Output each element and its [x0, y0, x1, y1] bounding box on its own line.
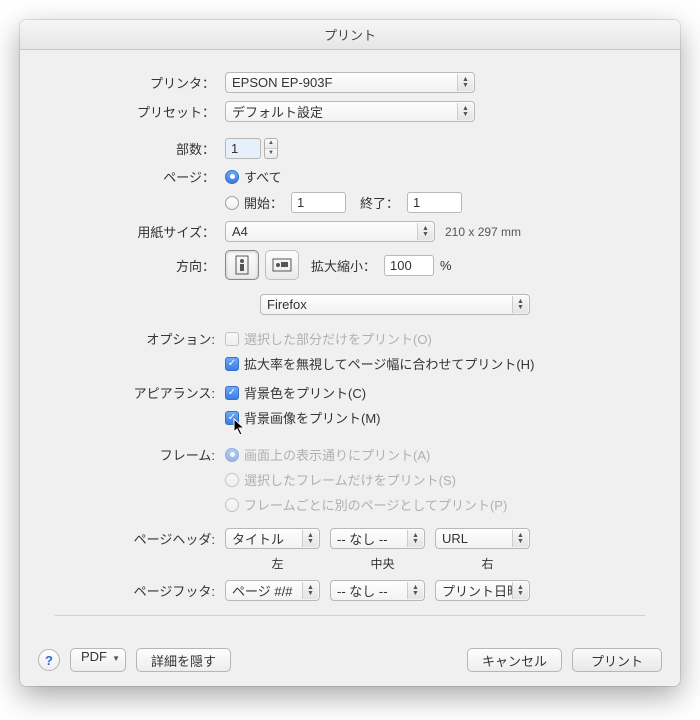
printer-label: プリンタ：	[55, 73, 225, 92]
percent-label: %	[440, 258, 452, 273]
footer-center-popup[interactable]: -- なし -- ▲▼	[330, 580, 425, 601]
help-button[interactable]: ?	[38, 649, 60, 671]
cancel-button[interactable]: キャンセル	[467, 648, 562, 672]
orientation-landscape-button[interactable]	[265, 250, 299, 280]
footer-left-popup[interactable]: ページ #/# ▲▼	[225, 580, 320, 601]
chevron-updown-icon: ▲▼	[512, 296, 528, 313]
chevron-updown-icon: ▲▼	[457, 74, 473, 91]
pages-to-label: 終了：	[360, 193, 399, 212]
print-selection-checkbox	[225, 332, 239, 346]
frame-asis-radio	[225, 448, 239, 462]
pages-range-radio[interactable]	[225, 196, 239, 210]
header-center-popup[interactable]: -- なし -- ▲▼	[330, 528, 425, 549]
pages-all-label: すべて	[244, 167, 282, 186]
copies-field[interactable]	[225, 138, 261, 159]
header-left-popup[interactable]: タイトル ▲▼	[225, 528, 320, 549]
preset-label: プリセット：	[55, 102, 225, 121]
chevron-down-icon: ▼	[112, 654, 120, 663]
hide-details-button[interactable]: 詳細を隠す	[136, 648, 231, 672]
paper-size-note: 210 x 297 mm	[445, 225, 521, 239]
copies-label: 部数：	[55, 139, 225, 158]
print-selection-label: 選択した部分だけをプリント(O)	[244, 329, 432, 348]
frame-label: フレーム:	[55, 445, 225, 464]
footer-right-popup[interactable]: プリント日時▲▼	[435, 580, 530, 601]
shrink-to-fit-checkbox[interactable]	[225, 357, 239, 371]
paper-size-popup[interactable]: A4 ▲▼	[225, 221, 435, 242]
pages-label: ページ：	[55, 167, 225, 186]
paper-size-label: 用紙サイズ：	[55, 222, 225, 241]
footer-left-value: ページ #/#	[232, 581, 292, 600]
landscape-icon	[272, 257, 292, 273]
print-bgcolor-label: 背景色をプリント(C)	[244, 383, 366, 402]
section-popup[interactable]: Firefox ▲▼	[260, 294, 530, 315]
chevron-updown-icon: ▲▼	[302, 530, 318, 547]
print-bgimage-label: 背景画像をプリント(M)	[244, 408, 381, 427]
scale-field[interactable]	[384, 255, 434, 276]
chevron-updown-icon: ▲▼	[457, 103, 473, 120]
pages-to-field[interactable]	[407, 192, 462, 213]
chevron-updown-icon: ▲▼	[407, 530, 423, 547]
options-label: オプション:	[55, 329, 225, 348]
frame-asis-label: 画面上の表示通りにプリント(A)	[244, 445, 430, 464]
frame-each-label: フレームごとに別のページとしてプリント(P)	[244, 495, 507, 514]
pages-from-field[interactable]	[291, 192, 346, 213]
frame-each-radio	[225, 498, 239, 512]
copies-stepper[interactable]: ▲▼	[264, 138, 278, 159]
printer-popup[interactable]: EPSON EP-903F ▲▼	[225, 72, 475, 93]
pages-all-radio[interactable]	[225, 170, 239, 184]
pdf-button[interactable]: PDF ▼	[70, 648, 126, 672]
footer-label: ページフッタ:	[55, 581, 225, 600]
hf-left-label: 左	[225, 555, 330, 572]
paper-size-value: A4	[232, 224, 248, 239]
footer-right-value: プリント日時	[442, 581, 520, 600]
frame-selected-radio	[225, 473, 239, 487]
printer-value: EPSON EP-903F	[232, 75, 332, 90]
section-value: Firefox	[267, 297, 307, 312]
chevron-updown-icon: ▲▼	[407, 582, 423, 599]
pages-from-label: 開始：	[244, 193, 283, 212]
dialog-title: プリント	[20, 20, 680, 50]
appearance-label: アピアランス:	[55, 383, 225, 402]
preset-value: デフォルト設定	[232, 102, 323, 121]
header-center-value: -- なし --	[337, 529, 388, 548]
shrink-to-fit-label: 拡大率を無視してページ幅に合わせてプリント(H)	[244, 354, 534, 373]
chevron-updown-icon: ▲▼	[512, 582, 528, 599]
preset-popup[interactable]: デフォルト設定 ▲▼	[225, 101, 475, 122]
header-left-value: タイトル	[232, 529, 284, 548]
hf-center-label: 中央	[330, 555, 435, 572]
chevron-updown-icon: ▲▼	[512, 530, 528, 547]
portrait-icon	[234, 255, 250, 275]
chevron-updown-icon: ▲▼	[302, 582, 318, 599]
chevron-updown-icon: ▲▼	[417, 223, 433, 240]
frame-selected-label: 選択したフレームだけをプリント(S)	[244, 470, 456, 489]
orientation-portrait-button[interactable]	[225, 250, 259, 280]
orientation-label: 方向：	[55, 256, 225, 275]
pdf-label: PDF	[81, 649, 107, 664]
print-bgcolor-checkbox[interactable]	[225, 386, 239, 400]
print-dialog: プリント プリンタ： EPSON EP-903F ▲▼ プリセット： デフォルト…	[20, 20, 680, 686]
header-label: ページヘッダ:	[55, 529, 225, 548]
footer-center-value: -- なし --	[337, 581, 388, 600]
header-right-popup[interactable]: URL ▲▼	[435, 528, 530, 549]
print-bgimage-checkbox[interactable]	[225, 411, 239, 425]
header-right-value: URL	[442, 531, 468, 546]
scale-label: 拡大縮小：	[311, 256, 376, 275]
hf-right-label: 右	[435, 555, 540, 572]
divider	[55, 615, 645, 616]
print-button[interactable]: プリント	[572, 648, 662, 672]
